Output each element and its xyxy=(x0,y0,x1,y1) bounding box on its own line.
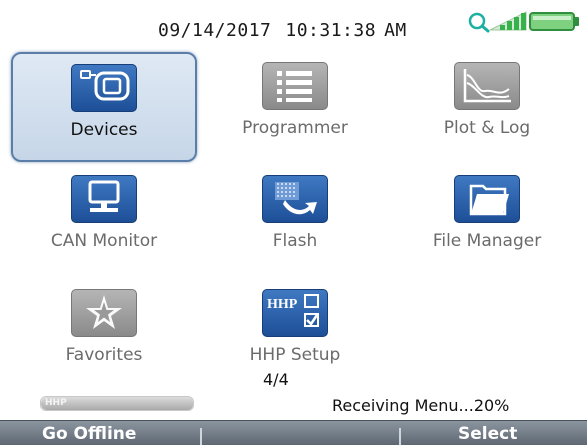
page-indicator: 4/4 xyxy=(263,370,289,389)
flash-icon xyxy=(262,175,328,223)
app-label-devices: Devices xyxy=(70,120,138,140)
app-label-favorites: Favorites xyxy=(65,345,143,365)
app-label-hhp-setup: HHP Setup xyxy=(249,345,341,365)
file-manager-icon xyxy=(454,175,520,223)
app-tile-devices[interactable]: Devices xyxy=(11,52,197,162)
softkey-separator xyxy=(200,428,202,445)
status-icons xyxy=(468,11,579,33)
app-tile-programmer[interactable]: Programmer xyxy=(202,52,388,162)
hhp-setup-icon: HHP xyxy=(262,289,328,337)
app-label-programmer: Programmer xyxy=(242,118,348,138)
battery-icon xyxy=(529,12,579,31)
plot-log-icon xyxy=(454,62,520,110)
app-label-plot-log: Plot & Log xyxy=(443,118,531,138)
softkey-separator xyxy=(399,428,401,445)
app-label-file-manager: File Manager xyxy=(432,231,542,251)
app-tile-plot-log[interactable]: Plot & Log xyxy=(394,52,580,162)
app-tile-hhp-setup[interactable]: HHP HHP Setup xyxy=(202,280,388,390)
app-label-can-monitor: CAN Monitor xyxy=(50,231,158,251)
date-text: 09/14/2017 xyxy=(158,20,272,41)
search-icon xyxy=(468,12,490,33)
favorites-icon xyxy=(71,289,137,337)
go-offline-button[interactable]: Go Offline xyxy=(42,424,136,444)
app-tile-favorites[interactable]: Favorites xyxy=(11,280,197,390)
signal-strength-icon xyxy=(489,11,527,31)
programmer-icon xyxy=(262,62,328,110)
can-monitor-icon xyxy=(71,175,137,223)
devices-icon xyxy=(71,64,137,112)
select-button[interactable]: Select xyxy=(458,424,517,444)
date-time-display: 09/14/2017 10:31:38 AM xyxy=(158,20,407,41)
progress-bar: HHP xyxy=(40,396,194,411)
app-tile-file-manager[interactable]: File Manager xyxy=(394,166,580,276)
time-text: 10:31:38 xyxy=(285,20,377,41)
app-tile-flash[interactable]: Flash xyxy=(202,166,388,276)
app-label-flash: Flash xyxy=(272,231,318,251)
softkey-bar: Go Offline Select xyxy=(0,420,587,445)
app-tile-can-monitor[interactable]: CAN Monitor xyxy=(11,166,197,276)
status-header: 09/14/2017 10:31:38 AM xyxy=(0,0,587,50)
hhp-icon-text: HHP xyxy=(267,297,298,312)
progress-label: HHP xyxy=(45,398,67,408)
hhp-main-menu-screen: 09/14/2017 10:31:38 AM Devices Programme… xyxy=(0,0,587,445)
status-message: Receiving Menu...20% xyxy=(332,396,510,415)
am-pm-text: AM xyxy=(384,20,407,41)
